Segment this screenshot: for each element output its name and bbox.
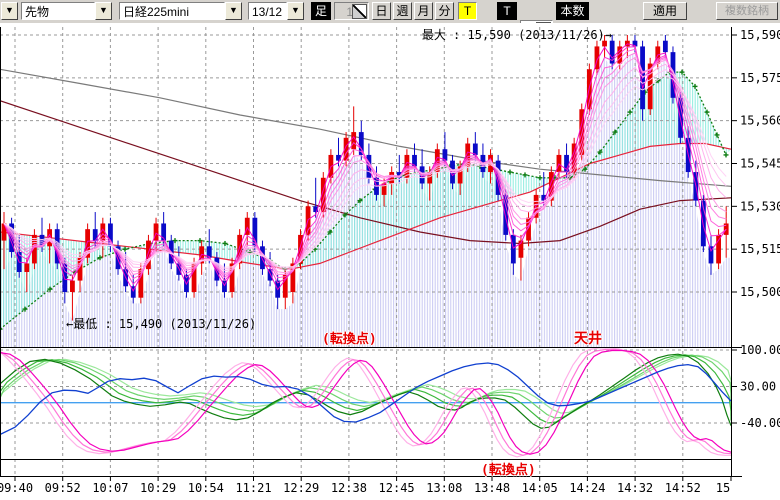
svg-text:12:45: 12:45 bbox=[379, 481, 415, 495]
bar-type-label: 足 bbox=[311, 2, 331, 20]
svg-text:14:24: 14:24 bbox=[569, 481, 605, 495]
tick-label: T bbox=[497, 2, 517, 20]
oscillator-green-line bbox=[0, 354, 731, 428]
bar-count-label: 本数 bbox=[556, 2, 589, 20]
svg-text:12:29: 12:29 bbox=[283, 481, 319, 495]
bar-interval-spinner[interactable]: 1 bbox=[334, 2, 369, 20]
toolbar: ▼ 先物 ▼ 日経225mini ▼ 13/12 ▼ 足 1 日 週 月 分 T… bbox=[0, 0, 780, 24]
contract-select[interactable]: 13/12 bbox=[248, 2, 287, 20]
category-dropdown-icon[interactable]: ▼ bbox=[95, 2, 112, 20]
min-price-annotation: ←最低 : 15,490 (2013/11/26) bbox=[66, 315, 256, 332]
period-month-button[interactable]: 月 bbox=[414, 2, 433, 20]
symbol-select[interactable]: 日経225mini bbox=[119, 2, 225, 20]
svg-text:15,545: 15,545 bbox=[740, 156, 780, 170]
svg-text:14:05: 14:05 bbox=[522, 481, 558, 495]
svg-text:15: 15 bbox=[716, 481, 730, 495]
svg-text:13:48: 13:48 bbox=[474, 481, 510, 495]
svg-text:14:32: 14:32 bbox=[617, 481, 653, 495]
symbol-dropdown-icon[interactable]: ▼ bbox=[225, 2, 242, 20]
turning-point-annotation-top: (転換点) bbox=[322, 328, 377, 347]
svg-text:15,500: 15,500 bbox=[740, 285, 780, 299]
svg-text:10:07: 10:07 bbox=[92, 481, 128, 495]
chart-canvas[interactable]: 15,590 15,575 15,560 15,545 15,530 15,515 15,5… bbox=[0, 23, 780, 500]
period-tick-button-selected[interactable]: T bbox=[458, 2, 477, 20]
svg-text:15,530: 15,530 bbox=[740, 199, 780, 213]
multi-symbol-button[interactable]: 複数銘柄 bbox=[716, 2, 778, 20]
svg-text:10:29: 10:29 bbox=[140, 481, 176, 495]
svg-text:10:54: 10:54 bbox=[188, 481, 224, 495]
svg-text:15,590: 15,590 bbox=[740, 28, 780, 42]
trading-chart-window: ▼ 先物 ▼ 日経225mini ▼ 13/12 ▼ 足 1 日 週 月 分 T… bbox=[0, 0, 780, 500]
oscillator-green-line bbox=[0, 355, 731, 423]
apply-button[interactable]: 適用 bbox=[643, 2, 687, 20]
svg-text:30.00: 30.00 bbox=[740, 380, 776, 394]
ceiling-annotation: 天井 bbox=[574, 328, 602, 348]
svg-text:15,560: 15,560 bbox=[740, 114, 780, 128]
svg-text:13:08: 13:08 bbox=[426, 481, 462, 495]
svg-text:15,575: 15,575 bbox=[740, 71, 780, 85]
svg-text:-40.00: -40.00 bbox=[740, 416, 780, 430]
chart-area[interactable]: 15,590 15,575 15,560 15,545 15,530 15,515 15,5… bbox=[0, 23, 780, 500]
contract-dropdown-icon[interactable]: ▼ bbox=[287, 2, 304, 20]
max-price-annotation: 最大 : 15,590 (2013/11/26)→ bbox=[422, 26, 612, 43]
period-day-button[interactable]: 日 bbox=[372, 2, 391, 20]
svg-text:09:40: 09:40 bbox=[0, 481, 33, 495]
svg-text:14:52: 14:52 bbox=[665, 481, 701, 495]
period-week-button[interactable]: 週 bbox=[393, 2, 412, 20]
svg-text:15,515: 15,515 bbox=[740, 242, 780, 256]
svg-text:11:21: 11:21 bbox=[235, 481, 271, 495]
turning-point-annotation-bottom: (転換点) bbox=[481, 459, 536, 478]
oscillator-green-line bbox=[0, 355, 731, 413]
category-select[interactable]: 先物 bbox=[21, 2, 95, 20]
svg-text:100.00: 100.00 bbox=[740, 343, 780, 357]
period-minute-button[interactable]: 分 bbox=[435, 2, 454, 20]
svg-text:12:38: 12:38 bbox=[331, 481, 367, 495]
spinner-icon[interactable] bbox=[352, 4, 367, 19]
mini-dropdown-button[interactable]: ▼ bbox=[1, 2, 18, 20]
svg-text:09:52: 09:52 bbox=[45, 481, 81, 495]
